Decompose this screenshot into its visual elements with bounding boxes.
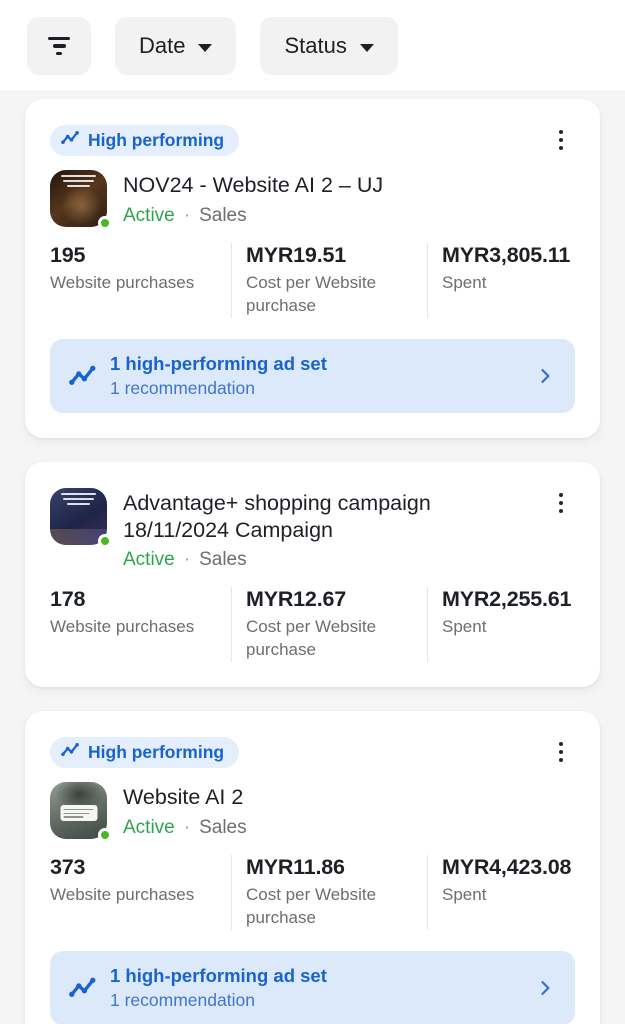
objective-text: Sales <box>199 205 247 227</box>
recommendation-subtitle: 1 recommendation <box>110 378 522 399</box>
chevron-down-icon <box>198 44 212 52</box>
trend-up-icon <box>69 364 97 388</box>
recommendation-banner[interactable]: 1 high-performing ad set 1 recommendatio… <box>50 951 575 1024</box>
metric-website-purchases: 178 Website purchases <box>50 587 231 662</box>
metric-spent: MYR4,423.08 Spent <box>427 855 575 930</box>
ads-manager-campaign-list: Date Status High performing <box>0 0 625 1024</box>
separator-dot: · <box>184 205 190 227</box>
metric-label: Cost per Website purchase <box>246 272 396 318</box>
metric-cost-per-purchase: MYR12.67 Cost per Website purchase <box>231 587 427 662</box>
metrics-row: 373 Website purchases MYR11.86 Cost per … <box>50 855 575 930</box>
metric-website-purchases: 373 Website purchases <box>50 855 231 930</box>
chevron-right-icon <box>535 978 555 998</box>
recommendation-banner[interactable]: 1 high-performing ad set 1 recommendatio… <box>50 339 575 413</box>
metric-value: MYR2,255.61 <box>442 587 575 612</box>
campaign-thumbnail <box>50 782 107 839</box>
status-text: Active <box>123 817 175 839</box>
chevron-down-icon <box>360 44 374 52</box>
card-menu-button[interactable] <box>542 484 580 522</box>
campaign-card[interactable]: Advantage+ shopping campaign 18/11/2024 … <box>25 462 600 687</box>
metric-value: 178 <box>50 587 231 612</box>
trend-up-icon <box>69 976 97 1000</box>
separator-dot: · <box>184 549 190 571</box>
metric-label: Spent <box>442 616 575 639</box>
card-menu-button[interactable] <box>542 121 580 159</box>
high-performing-badge: High performing <box>50 737 239 768</box>
filter-icon <box>48 37 70 56</box>
metric-value: 373 <box>50 855 231 880</box>
campaign-card[interactable]: High performing NOV24 - Website AI 2 – U… <box>25 99 600 438</box>
card-header: Advantage+ shopping campaign 18/11/2024 … <box>50 488 575 571</box>
status-row: Active · Sales <box>123 205 383 227</box>
metric-value: 195 <box>50 243 231 268</box>
metric-website-purchases: 195 Website purchases <box>50 243 231 318</box>
metric-spent: MYR3,805.11 Spent <box>427 243 575 318</box>
badge-label: High performing <box>88 742 224 763</box>
card-header: NOV24 - Website AI 2 – UJ Active · Sales <box>50 170 575 227</box>
metric-label: Spent <box>442 884 575 907</box>
filters-button[interactable] <box>27 17 91 75</box>
chevron-right-icon <box>535 366 555 386</box>
status-filter-label: Status <box>284 33 346 59</box>
trend-up-icon <box>61 130 80 151</box>
metric-value: MYR3,805.11 <box>442 243 575 268</box>
metric-cost-per-purchase: MYR11.86 Cost per Website purchase <box>231 855 427 930</box>
badge-label: High performing <box>88 130 224 151</box>
metric-value: MYR19.51 <box>246 243 427 268</box>
campaign-thumbnail <box>50 488 107 545</box>
campaign-thumbnail <box>50 170 107 227</box>
card-menu-button[interactable] <box>542 733 580 771</box>
high-performing-badge: High performing <box>50 125 239 156</box>
active-status-dot <box>98 216 112 230</box>
recommendation-title: 1 high-performing ad set <box>110 353 522 375</box>
objective-text: Sales <box>199 549 247 571</box>
metrics-row: 178 Website purchases MYR12.67 Cost per … <box>50 587 575 662</box>
recommendation-title: 1 high-performing ad set <box>110 965 522 987</box>
recommendation-subtitle: 1 recommendation <box>110 990 522 1011</box>
metric-label: Website purchases <box>50 616 231 639</box>
metrics-row: 195 Website purchases MYR19.51 Cost per … <box>50 243 575 318</box>
campaign-title: Advantage+ shopping campaign 18/11/2024 … <box>123 490 523 543</box>
metric-label: Spent <box>442 272 575 295</box>
status-text: Active <box>123 205 175 227</box>
status-row: Active · Sales <box>123 817 247 839</box>
card-header: Website AI 2 Active · Sales <box>50 782 575 839</box>
metric-value: MYR11.86 <box>246 855 427 880</box>
active-status-dot <box>98 828 112 842</box>
objective-text: Sales <box>199 817 247 839</box>
metric-spent: MYR2,255.61 Spent <box>427 587 575 662</box>
separator-dot: · <box>184 817 190 839</box>
date-filter-button[interactable]: Date <box>115 17 236 75</box>
status-text: Active <box>123 549 175 571</box>
metric-value: MYR4,423.08 <box>442 855 575 880</box>
metric-label: Cost per Website purchase <box>246 884 396 930</box>
metric-cost-per-purchase: MYR19.51 Cost per Website purchase <box>231 243 427 318</box>
filter-bar: Date Status <box>0 0 625 92</box>
campaign-title: NOV24 - Website AI 2 – UJ <box>123 172 383 199</box>
status-filter-button[interactable]: Status <box>260 17 397 75</box>
metric-value: MYR12.67 <box>246 587 427 612</box>
campaign-title: Website AI 2 <box>123 784 247 811</box>
metric-label: Website purchases <box>50 272 231 295</box>
campaign-card[interactable]: High performing Website AI 2 Active · Sa… <box>25 711 600 1024</box>
metric-label: Website purchases <box>50 884 231 907</box>
campaign-list: High performing NOV24 - Website AI 2 – U… <box>0 92 625 1024</box>
metric-label: Cost per Website purchase <box>246 616 396 662</box>
status-row: Active · Sales <box>123 549 523 571</box>
trend-up-icon <box>61 742 80 763</box>
active-status-dot <box>98 534 112 548</box>
date-filter-label: Date <box>139 33 185 59</box>
